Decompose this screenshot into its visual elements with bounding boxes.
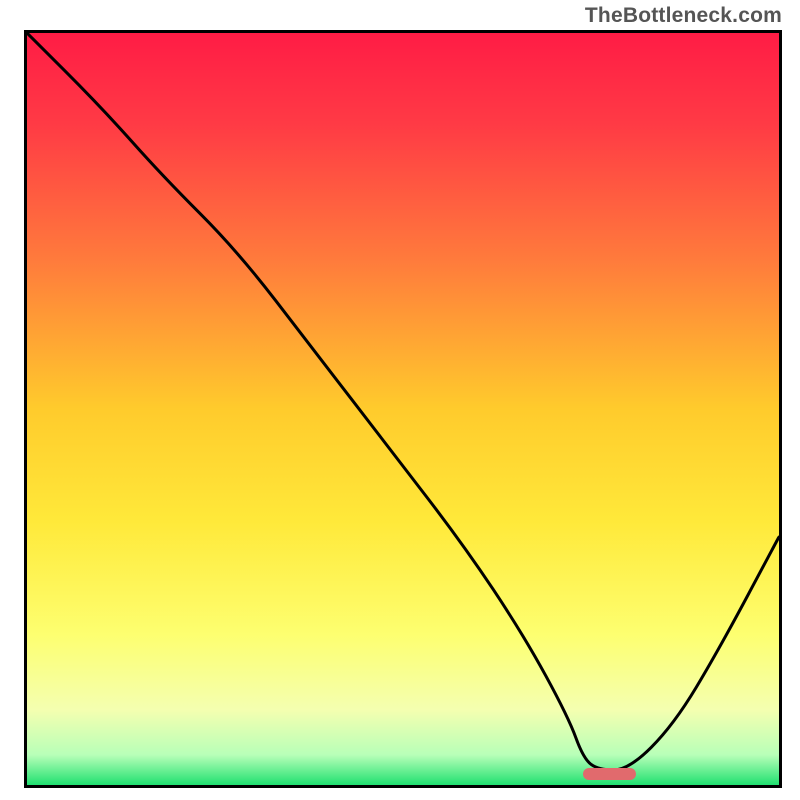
watermark-text: TheBottleneck.com: [585, 4, 782, 28]
optimal-range-marker: [583, 768, 636, 780]
chart-background-gradient: [27, 33, 779, 785]
chart-frame: [24, 30, 782, 788]
